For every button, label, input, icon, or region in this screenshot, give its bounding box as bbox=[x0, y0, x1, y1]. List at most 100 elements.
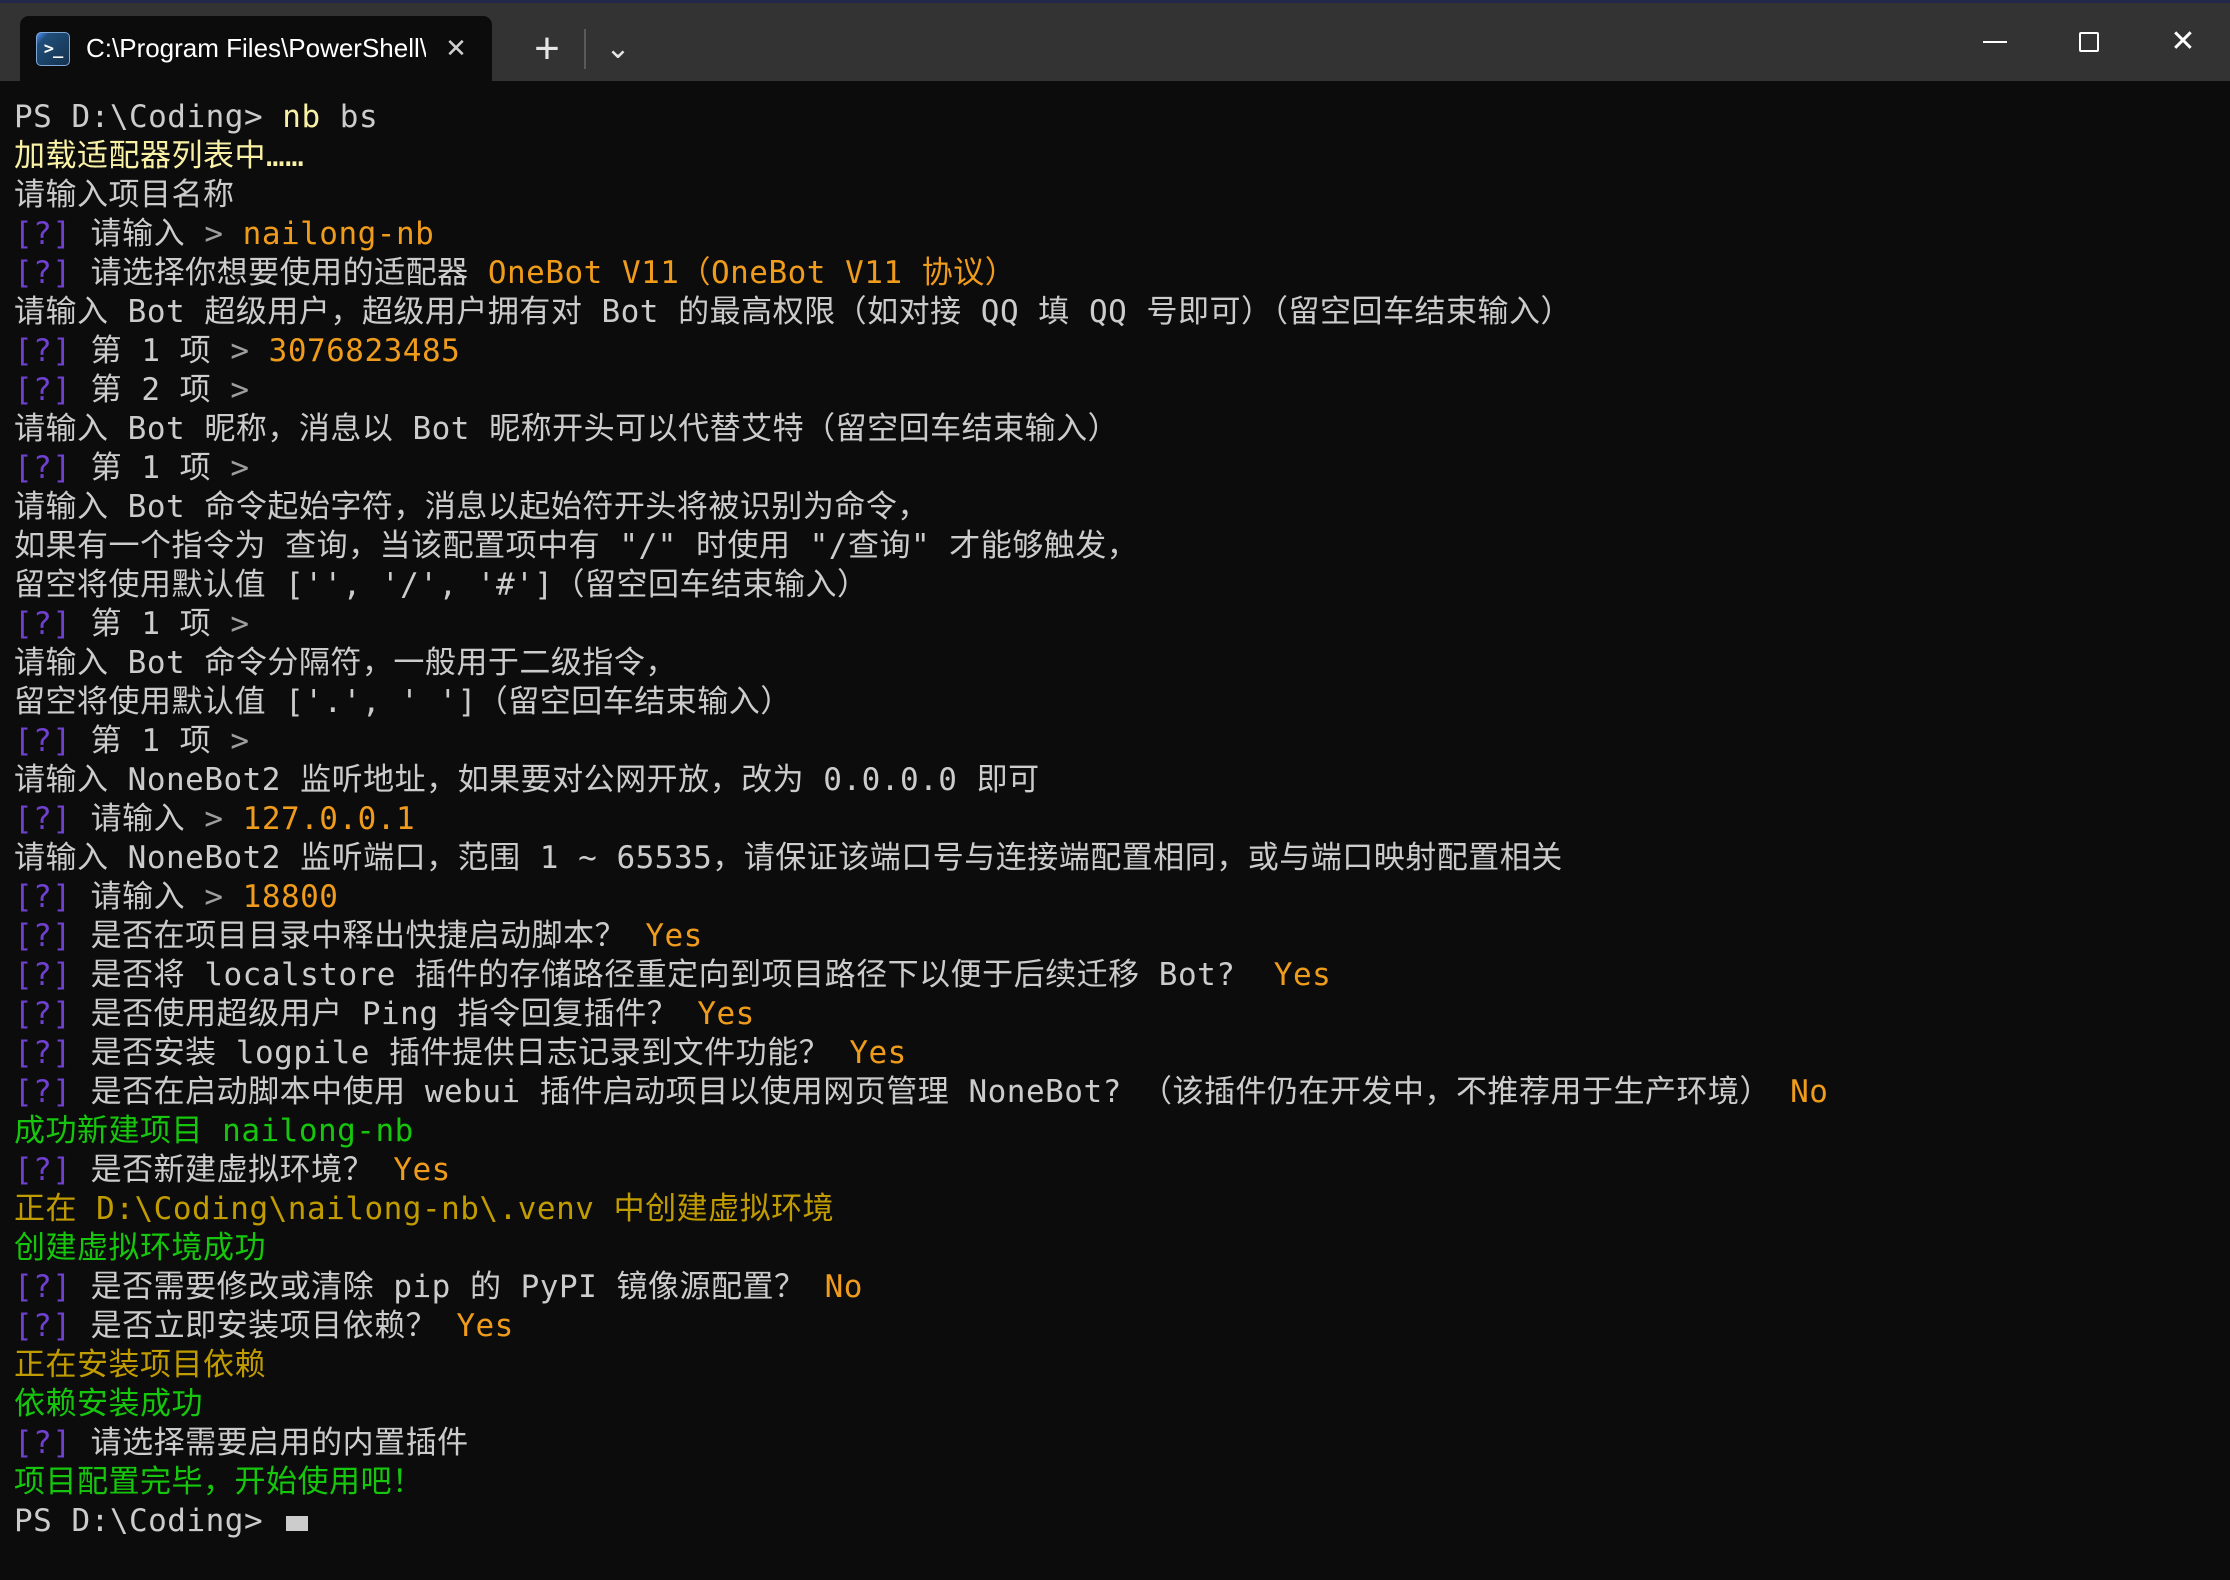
terminal-line: 请输入 Bot 昵称，消息以 Bot 昵称开头可以代替艾特（留空回车结束输入） bbox=[14, 410, 2220, 449]
terminal-text-segment: bs bbox=[321, 99, 379, 135]
terminal-line: [?] 是否立即安装项目依赖？ Yes bbox=[14, 1307, 2220, 1346]
terminal-text-segment: 请输入 bbox=[72, 879, 205, 915]
terminal-text-segment: 第 1 项 bbox=[72, 606, 231, 642]
terminal-text-segment: [?] bbox=[14, 1425, 72, 1461]
terminal-text-segment: No bbox=[1790, 1074, 1828, 1110]
terminal-text-segment: [?] bbox=[14, 372, 72, 408]
terminal-text-segment: 请选择需要启用的内置插件 bbox=[72, 1425, 469, 1461]
terminal-text-segment: nb bbox=[282, 99, 320, 135]
terminal-line: 正在安装项目依赖 bbox=[14, 1346, 2220, 1385]
terminal-text-segment: > bbox=[204, 216, 242, 252]
terminal-text-segment: 是否在启动脚本中使用 webui 插件启动项目以使用网页管理 NoneBot? … bbox=[72, 1074, 1791, 1110]
terminal-text-segment: nailong-nb bbox=[243, 216, 435, 252]
terminal-text-segment: [?] bbox=[14, 1035, 72, 1071]
terminal-text-segment: Yes bbox=[456, 1308, 514, 1344]
terminal-text-segment: [?] bbox=[14, 996, 72, 1032]
terminal-text-segment: 正在安装项目依赖 bbox=[14, 1347, 266, 1383]
terminal-line: 请输入 Bot 命令起始字符，消息以起始符开头将被识别为命令， bbox=[14, 488, 2220, 527]
terminal-text-segment: > bbox=[230, 606, 249, 642]
terminal-line: PS D:\Coding> nb bs bbox=[14, 98, 2220, 137]
terminal-window: >_ C:\Program Files\PowerShell\7 ✕ + ⌄ ✕… bbox=[0, 0, 2230, 1580]
terminal-text-segment: 第 1 项 bbox=[72, 723, 231, 759]
terminal-text-segment: 是否将 localstore 插件的存储路径重定向到项目路径下以便于后续迁移 B… bbox=[72, 957, 1274, 993]
terminal-text-segment: > bbox=[204, 801, 242, 837]
terminal-line: [?] 是否使用超级用户 Ping 指令回复插件？ Yes bbox=[14, 995, 2220, 1034]
minimize-button[interactable] bbox=[1948, 3, 2042, 81]
terminal-line: 留空将使用默认值 ['.', ' ']（留空回车结束输入） bbox=[14, 683, 2220, 722]
tabbar-divider bbox=[584, 29, 586, 69]
terminal-line: [?] 是否需要修改或清除 pip 的 PyPI 镜像源配置？ No bbox=[14, 1268, 2220, 1307]
titlebar-drag-region[interactable] bbox=[646, 3, 1948, 81]
terminal-text-segment: 是否需要修改或清除 pip 的 PyPI 镜像源配置？ bbox=[72, 1269, 825, 1305]
terminal-text-segment: 是否立即安装项目依赖？ bbox=[72, 1308, 457, 1344]
terminal-line: [?] 第 2 项 > bbox=[14, 371, 2220, 410]
terminal-text-segment: 18800 bbox=[243, 879, 339, 915]
terminal-text-segment: 请选择你想要使用的适配器 bbox=[72, 255, 488, 291]
terminal-text-segment: 请输入 Bot 超级用户，超级用户拥有对 Bot 的最高权限（如对接 QQ 填 … bbox=[14, 294, 1572, 330]
terminal-text-segment: 创建虚拟环境成功 bbox=[14, 1230, 266, 1266]
terminal-text-segment: Yes bbox=[1274, 957, 1332, 993]
terminal-line: 留空将使用默认值 ['', '/', '#']（留空回车结束输入） bbox=[14, 566, 2220, 605]
terminal-line: 正在 D:\Coding\nailong-nb\.venv 中创建虚拟环境 bbox=[14, 1190, 2220, 1229]
terminal-line: [?] 是否安装 logpile 插件提供日志记录到文件功能？ Yes bbox=[14, 1034, 2220, 1073]
terminal-line: [?] 是否在项目目录中释出快捷启动脚本？ Yes bbox=[14, 917, 2220, 956]
terminal-text-segment: > bbox=[230, 372, 249, 408]
terminal-text-segment: [?] bbox=[14, 1308, 72, 1344]
close-button[interactable]: ✕ bbox=[2136, 3, 2230, 81]
terminal-text-segment: 如果有一个指令为 查询，当该配置项中有 "/" 时使用 "/查询" 才能够触发， bbox=[14, 528, 1138, 564]
terminal-text-segment: > bbox=[230, 333, 268, 369]
terminal-line: [?] 请选择需要启用的内置插件 bbox=[14, 1424, 2220, 1463]
terminal-text-segment: Yes bbox=[393, 1152, 451, 1188]
terminal-text-segment: 项目配置完毕，开始使用吧！ bbox=[14, 1464, 424, 1500]
close-icon: ✕ bbox=[2170, 27, 2195, 57]
tab-title: C:\Program Files\PowerShell\7 bbox=[86, 33, 426, 64]
terminal-line: [?] 是否将 localstore 插件的存储路径重定向到项目路径下以便于后续… bbox=[14, 956, 2220, 995]
terminal-line: [?] 是否在启动脚本中使用 webui 插件启动项目以使用网页管理 NoneB… bbox=[14, 1073, 2220, 1112]
titlebar: >_ C:\Program Files\PowerShell\7 ✕ + ⌄ ✕ bbox=[0, 3, 2230, 81]
tab-powershell[interactable]: >_ C:\Program Files\PowerShell\7 ✕ bbox=[20, 16, 492, 81]
terminal-line: 请输入 Bot 命令分隔符，一般用于二级指令， bbox=[14, 644, 2220, 683]
terminal-text-segment: PS D:\Coding> bbox=[14, 99, 282, 135]
terminal-line: 加载适配器列表中…… bbox=[14, 137, 2220, 176]
powershell-icon: >_ bbox=[36, 32, 70, 66]
terminal-text-segment: [?] bbox=[14, 255, 72, 291]
terminal-line: [?] 是否新建虚拟环境？ Yes bbox=[14, 1151, 2220, 1190]
terminal-text-segment: 是否在项目目录中释出快捷启动脚本？ bbox=[72, 918, 646, 954]
terminal-line: 项目配置完毕，开始使用吧！ bbox=[14, 1463, 2220, 1502]
terminal-line: 如果有一个指令为 查询，当该配置项中有 "/" 时使用 "/查询" 才能够触发， bbox=[14, 527, 2220, 566]
terminal-text-segment: 127.0.0.1 bbox=[243, 801, 415, 837]
terminal-text-segment: [?] bbox=[14, 1074, 72, 1110]
terminal-text-segment: [?] bbox=[14, 723, 72, 759]
tab-close-icon[interactable]: ✕ bbox=[438, 31, 474, 67]
terminal-output[interactable]: PS D:\Coding> nb bs加载适配器列表中……请输入项目名称[?] … bbox=[0, 81, 2230, 1580]
terminal-text-segment: Yes bbox=[849, 1035, 907, 1071]
terminal-line: [?] 请输入 > 18800 bbox=[14, 878, 2220, 917]
terminal-text-segment: 依赖安装成功 bbox=[14, 1386, 203, 1422]
terminal-line: [?] 请选择你想要使用的适配器 OneBot V11（OneBot V11 协… bbox=[14, 254, 2220, 293]
new-tab-button[interactable]: + bbox=[518, 16, 576, 81]
terminal-text-segment: 是否新建虚拟环境？ bbox=[72, 1152, 394, 1188]
terminal-text-segment: > bbox=[230, 723, 249, 759]
terminal-text-segment: 请输入 Bot 命令分隔符，一般用于二级指令， bbox=[14, 645, 677, 681]
terminal-text-segment: 是否使用超级用户 Ping 指令回复插件？ bbox=[72, 996, 698, 1032]
window-controls: ✕ bbox=[1948, 3, 2230, 81]
terminal-text-segment: [?] bbox=[14, 450, 72, 486]
terminal-line: 请输入 Bot 超级用户，超级用户拥有对 Bot 的最高权限（如对接 QQ 填 … bbox=[14, 293, 2220, 332]
terminal-text-segment: 正在 D:\Coding\nailong-nb\.venv 中创建虚拟环境 bbox=[14, 1191, 834, 1227]
terminal-text-segment: No bbox=[825, 1269, 863, 1305]
terminal-text-segment: 3076823485 bbox=[269, 333, 461, 369]
maximize-button[interactable] bbox=[2042, 3, 2136, 81]
terminal-text-segment: 成功新建项目 nailong-nb bbox=[14, 1113, 414, 1149]
terminal-text-segment: [?] bbox=[14, 879, 72, 915]
terminal-text-segment: > bbox=[204, 879, 242, 915]
terminal-line: 请输入 NoneBot2 监听端口，范围 1 ~ 65535，请保证该端口号与连… bbox=[14, 839, 2220, 878]
terminal-text-segment: [?] bbox=[14, 216, 72, 252]
tab-dropdown-button[interactable]: ⌄ bbox=[590, 16, 646, 81]
terminal-text-segment: 加载适配器列表中…… bbox=[14, 138, 304, 174]
terminal-text-segment: 留空将使用默认值 ['', '/', '#']（留空回车结束输入） bbox=[14, 567, 868, 603]
terminal-line: [?] 第 1 项 > 3076823485 bbox=[14, 332, 2220, 371]
terminal-text-segment: 第 1 项 bbox=[72, 450, 231, 486]
terminal-text-segment: 第 1 项 bbox=[72, 333, 231, 369]
terminal-text-segment: [?] bbox=[14, 957, 72, 993]
terminal-text-segment: 是否安装 logpile 插件提供日志记录到文件功能？ bbox=[72, 1035, 850, 1071]
